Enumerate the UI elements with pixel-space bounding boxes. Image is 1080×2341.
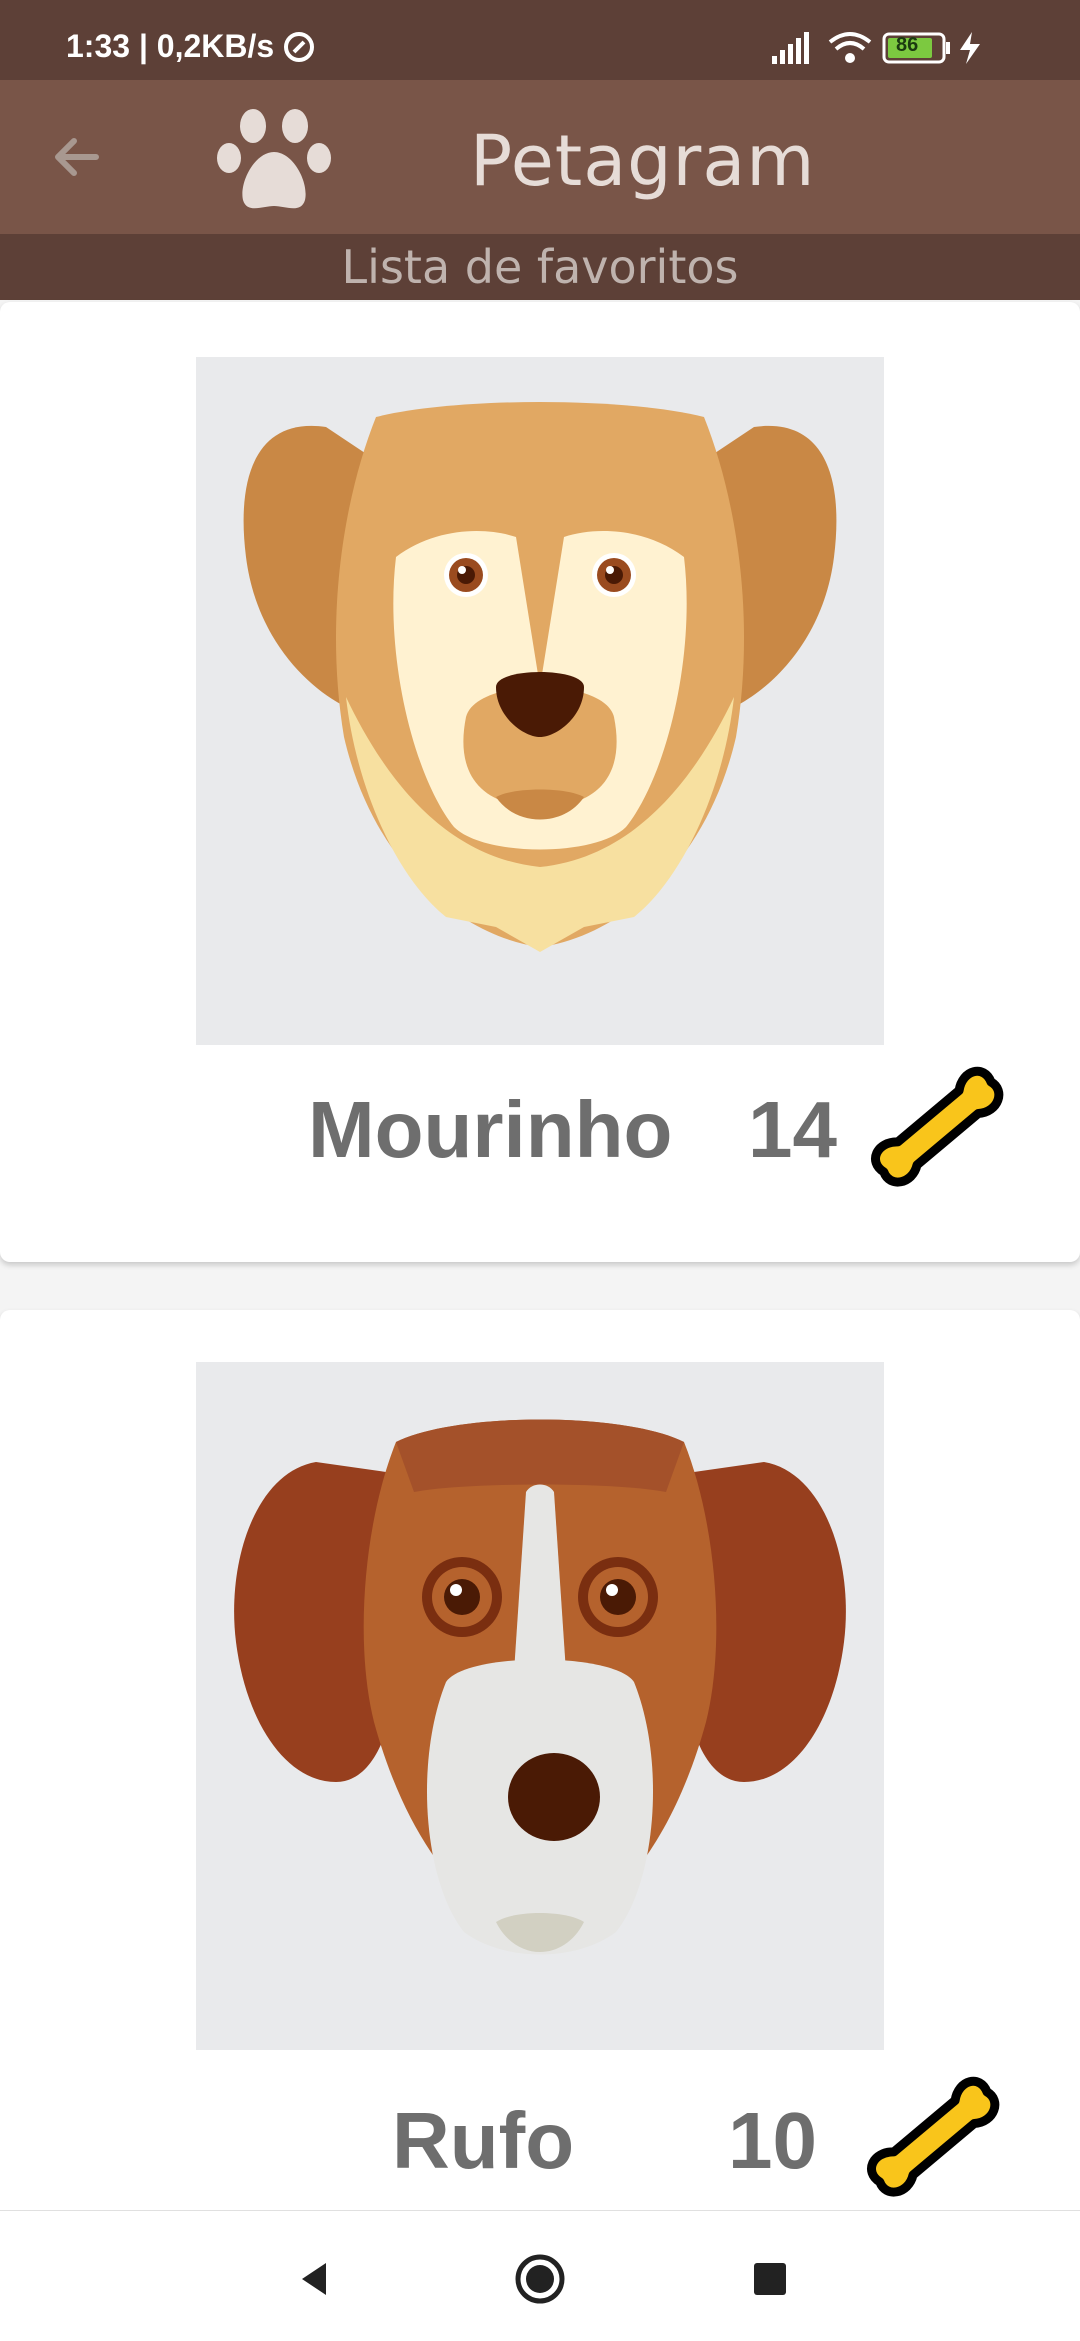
pet-name: Rufo: [392, 2096, 575, 2185]
golden-dog-illustration: [243, 402, 837, 952]
pet-card[interactable]: Mourinho 14: [0, 302, 1080, 1262]
beagle-dog-illustration: [234, 1419, 846, 1955]
like-count: 10: [728, 2096, 817, 2185]
pet-name: Mourinho: [308, 1085, 673, 1174]
nav-home-icon[interactable]: [510, 2249, 570, 2309]
bone-icon[interactable]: [860, 1050, 1020, 1210]
status-bar: 1:33 | 0,2KB/s 86: [0, 0, 1080, 80]
like-count: 14: [748, 1085, 837, 1174]
subtitle: Lista de favoritos: [341, 240, 739, 294]
subtitle-bar: Lista de favoritos: [0, 234, 1080, 300]
app-title: Petagram: [470, 120, 816, 202]
status-icons: 86: [772, 28, 1032, 68]
app-bar: Petagram: [0, 80, 1080, 234]
nav-back-icon[interactable]: [284, 2249, 344, 2309]
arrow-back-icon[interactable]: [44, 122, 114, 192]
paw-icon: [217, 109, 331, 209]
pet-photo: [196, 357, 884, 1045]
status-time: 1:33 | 0,2KB/s: [66, 28, 275, 64]
pet-photo: [196, 1362, 884, 2050]
system-nav-bar: [0, 2210, 1080, 2341]
pet-card[interactable]: Rufo 10: [0, 1310, 1080, 2310]
nav-recent-icon[interactable]: [740, 2249, 800, 2309]
data-saver-icon: [284, 32, 314, 62]
battery-level: 86: [896, 34, 919, 56]
bone-icon[interactable]: [856, 2060, 1016, 2220]
